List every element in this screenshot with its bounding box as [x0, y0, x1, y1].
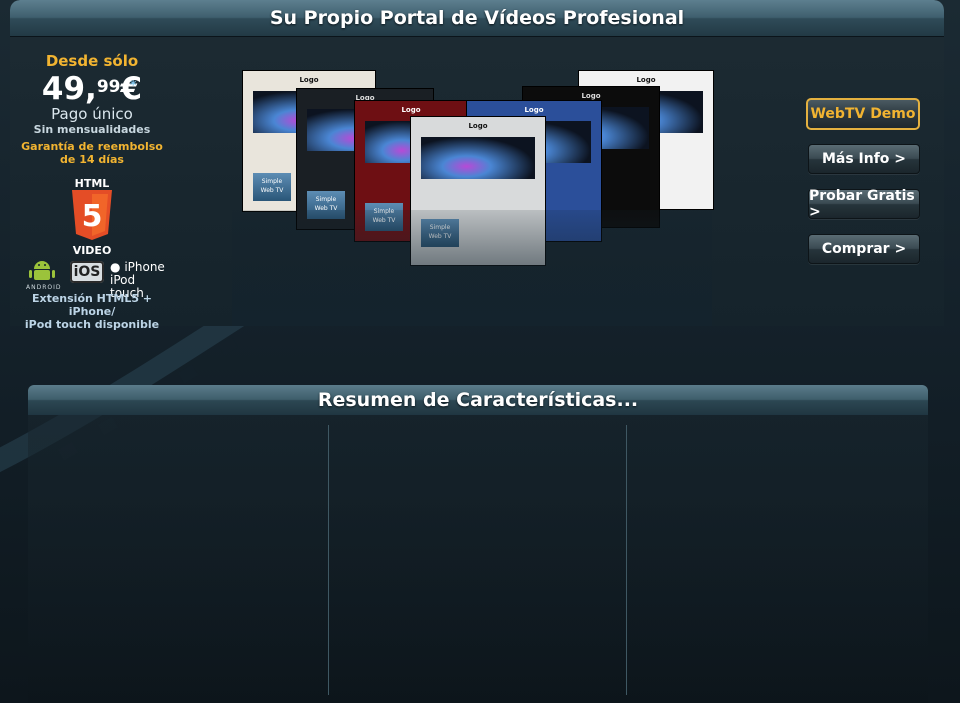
extension-line-1: Extensión HTML5 + iPhone/ [31, 292, 153, 318]
promo-price: 49,99€ * [12, 72, 172, 106]
video-label: VIDEO [72, 244, 112, 257]
promo-desde: Desde sólo [45, 52, 139, 70]
apple-icon: ● [110, 260, 121, 274]
html5-label: HTML [74, 177, 110, 190]
screenshots-collage: Logo Simple Web TV Logo Simple Web TV Logo… [232, 70, 714, 326]
features-panel: Resumen de Características... [28, 385, 928, 703]
html5-shield-icon: 5 [72, 190, 112, 240]
html5-number: 5 [82, 199, 103, 234]
collage-reflection [232, 210, 712, 326]
top-title-bar: Su Propio Portal de Vídeos Profesional [10, 0, 944, 36]
screenshot-logo: Logo [468, 122, 488, 130]
price-cents: 99 [96, 77, 121, 97]
comprar-button[interactable]: Comprar > [808, 234, 920, 264]
screenshot-image [421, 137, 535, 179]
android-label: ANDROID [26, 284, 62, 291]
probar-gratis-button[interactable]: Probar Gratis > [808, 188, 920, 220]
screenshot-button: SimpleWeb TV [253, 173, 291, 201]
device-logos: ANDROID iOS ● iPhone iPod touch [18, 259, 168, 300]
page-title: Su Propio Portal de Vídeos Profesional [269, 7, 685, 29]
features-body [28, 415, 928, 703]
screenshot-logo: Logo [299, 76, 319, 84]
features-title: Resumen de Características... [317, 389, 639, 411]
ios-icon: iOS [70, 261, 104, 283]
garantia-line-1: Garantía de reembolso [21, 140, 163, 153]
garantia-line-2: de 14 días [60, 153, 124, 166]
android-icon: ANDROID [26, 259, 62, 291]
promo-block: Desde sólo 49,99€ * Pago único Sin mensu… [12, 52, 172, 331]
iphone-label: iPhone [124, 260, 165, 274]
webtv-demo-button[interactable]: WebTV Demo [806, 98, 920, 130]
column-divider [626, 425, 627, 695]
promo-pago: Pago único [51, 105, 133, 123]
extension-note: Extensión HTML5 + iPhone/ iPod touch dis… [16, 292, 168, 331]
promo-garantia: Garantía de reembolso de 14 días [12, 140, 172, 166]
promo-sin-mensualidades: Sin mensualidades [33, 123, 151, 136]
extension-line-2: iPod touch disponible [24, 318, 160, 331]
features-title-bar: Resumen de Características... [28, 385, 928, 415]
price-asterisk: * [130, 78, 137, 92]
column-divider [328, 425, 329, 695]
mas-info-button[interactable]: Más Info > [808, 144, 920, 174]
price-main: 49, [41, 71, 97, 107]
html5-badge: HTML 5 VIDEO [70, 177, 114, 257]
